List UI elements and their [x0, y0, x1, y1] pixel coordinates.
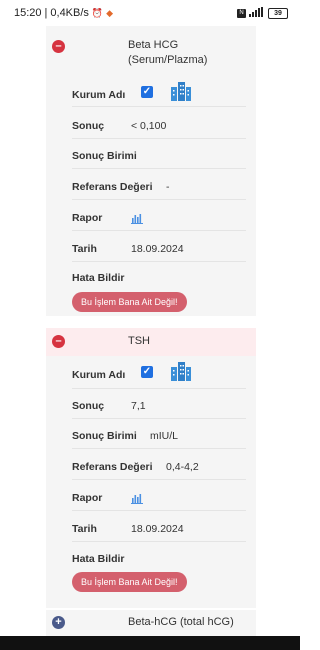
label-hata-bildir: Hata Bildir: [72, 553, 125, 565]
label-kurum-adi: Kurum Adı: [72, 369, 126, 381]
test-name: TSH: [128, 335, 150, 347]
value-referans: 0,4-4,2: [166, 461, 199, 473]
test-header-beta-hcg[interactable]: [46, 30, 256, 74]
value-sonuc: 7,1: [131, 400, 146, 412]
checkbox-checked-icon[interactable]: ✓: [141, 366, 153, 378]
value-tarih: 18.09.2024: [131, 523, 184, 535]
report-error-button[interactable]: Bu İşlem Bana Ait Değil!: [72, 292, 187, 312]
label-sonuc-birimi: Sonuç Birimi: [72, 150, 137, 162]
status-separator: |: [44, 7, 48, 19]
test-name-line1: Beta HCG: [128, 39, 179, 51]
alarm-icon: ⏰: [91, 7, 104, 18]
collapse-minus-icon[interactable]: –: [52, 40, 65, 53]
value-sonuc-birimi: mIU/L: [150, 430, 179, 442]
nfc-icon: N: [237, 8, 246, 18]
bar-chart-icon[interactable]: [131, 491, 143, 509]
report-error-button[interactable]: Bu İşlem Bana Ait Değil!: [72, 572, 187, 592]
building-icon: [170, 361, 192, 386]
label-referans: Referans Değeri: [72, 461, 153, 473]
label-tarih: Tarih: [72, 523, 97, 535]
value-referans: -: [166, 181, 170, 193]
collapse-minus-icon[interactable]: –: [52, 335, 65, 348]
building-icon: [170, 81, 192, 106]
label-rapor: Rapor: [72, 492, 103, 504]
checkbox-checked-icon[interactable]: ✓: [141, 86, 153, 98]
label-sonuc: Sonuç: [72, 120, 105, 132]
label-sonuc: Sonuç: [72, 400, 105, 412]
app-notification-icon: ◆: [106, 7, 114, 18]
label-rapor: Rapor: [72, 212, 103, 224]
value-tarih: 18.09.2024: [131, 243, 184, 255]
label-hata-bildir: Hata Bildir: [72, 272, 125, 284]
label-kurum-adi: Kurum Adı: [72, 89, 126, 101]
bar-chart-icon[interactable]: [131, 211, 143, 229]
test-name-line2: (Serum/Plazma): [128, 54, 208, 66]
status-bar: 15:20 | 0,4KB/s ⏰ ◆ N 39: [0, 0, 300, 26]
expand-plus-icon[interactable]: +: [52, 616, 65, 629]
label-tarih: Tarih: [72, 243, 97, 255]
test-header-tsh[interactable]: [46, 328, 256, 356]
status-network-speed: 0,4KB/s: [50, 7, 89, 19]
value-sonuc: < 0,100: [131, 120, 167, 132]
status-time: 15:20: [14, 7, 42, 19]
system-navigation-bar: [0, 636, 300, 650]
battery-icon: 39: [268, 7, 288, 19]
label-sonuc-birimi: Sonuç Birimi: [72, 430, 137, 442]
signal-icon: [249, 7, 265, 19]
battery-level: 39: [274, 9, 282, 17]
label-referans: Referans Değeri: [72, 181, 153, 193]
test-name: Beta-hCG (total hCG): [128, 616, 234, 628]
